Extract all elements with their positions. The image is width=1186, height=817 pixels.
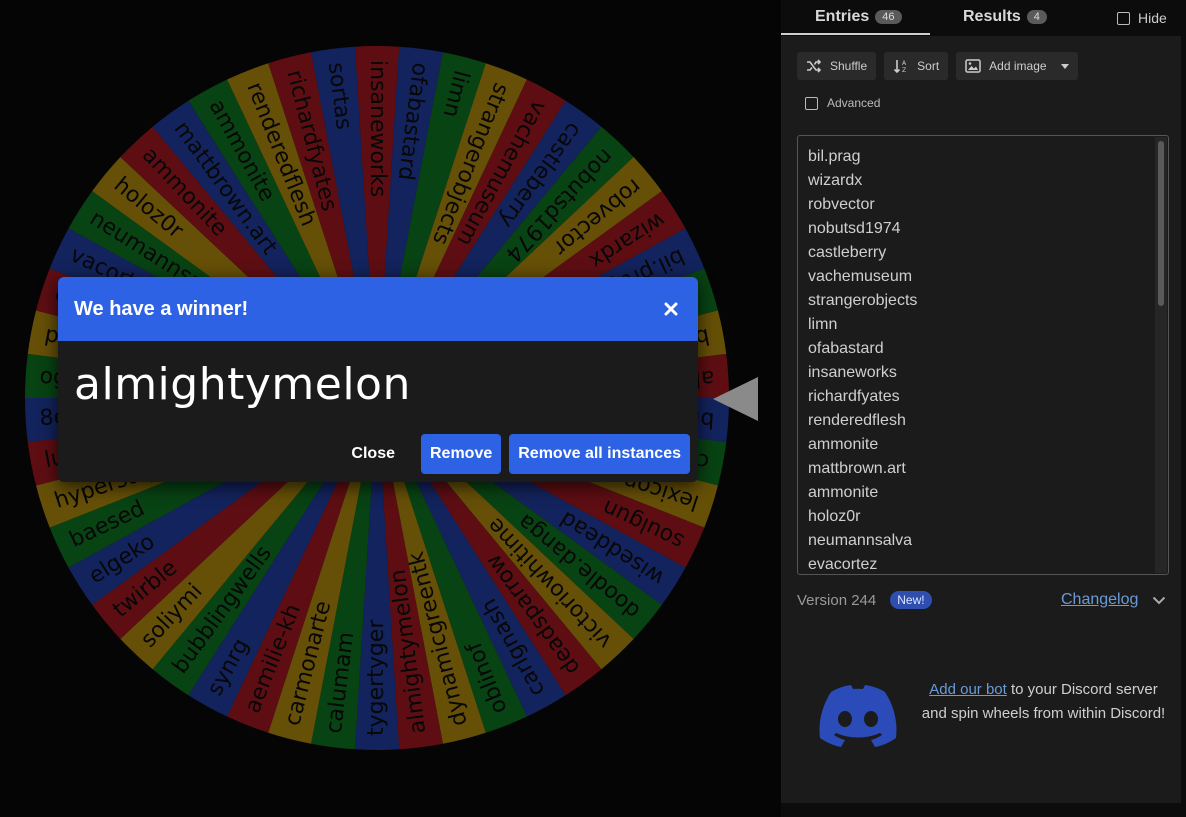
- scrollbar-thumb[interactable]: [1158, 141, 1164, 306]
- winner-dialog-header: We have a winner!: [58, 277, 698, 341]
- results-count-badge: 4: [1026, 10, 1047, 24]
- entries-list: bil.prag wizardx robvector nobutsd1974 castl…: [798, 136, 1168, 574]
- entry-line: holoz0r: [808, 508, 861, 525]
- add-image-label: Add image: [989, 59, 1047, 73]
- entry-line: vachemuseum: [808, 268, 913, 285]
- entry-line: robvector: [808, 196, 875, 213]
- image-icon: [965, 59, 981, 73]
- winner-name: almightymelon: [74, 359, 411, 410]
- advanced-toggle[interactable]: Advanced: [805, 96, 880, 110]
- close-icon[interactable]: [660, 298, 682, 320]
- hide-label: Hide: [1138, 10, 1167, 26]
- entries-count-badge: 46: [875, 10, 902, 24]
- tab-entries-label: Entries: [815, 8, 870, 25]
- sort-button[interactable]: AZ Sort: [884, 52, 949, 80]
- remove-all-instances-button[interactable]: Remove all instances: [509, 434, 690, 474]
- entry-line: wizardx: [808, 172, 863, 189]
- version-row: Version 244 New! Changelog: [797, 588, 1167, 612]
- version-text: Version 244: [797, 591, 877, 609]
- discord-icon: [817, 684, 899, 753]
- shuffle-button[interactable]: Shuffle: [797, 52, 877, 80]
- entry-line: richardfyates: [808, 388, 900, 405]
- entries-toolbar: Shuffle AZ Sort Add image: [797, 52, 1078, 80]
- svg-text:A: A: [902, 60, 907, 67]
- changelog-link[interactable]: Changelog: [1061, 591, 1138, 609]
- entry-line: neumannsalva: [808, 532, 913, 549]
- tab-entries[interactable]: Entries 46: [815, 8, 902, 26]
- entry-line: insaneworks: [808, 364, 897, 381]
- shuffle-label: Shuffle: [830, 59, 868, 73]
- shuffle-icon: [806, 59, 822, 73]
- entries-textarea[interactable]: bil.prag wizardx robvector nobutsd1974 castl…: [797, 135, 1169, 575]
- entry-line: renderedflesh: [808, 412, 906, 429]
- advanced-label: Advanced: [827, 96, 881, 110]
- chevron-down-icon[interactable]: [1152, 592, 1166, 610]
- advanced-checkbox[interactable]: [805, 96, 818, 110]
- entry-line: ofabastard: [808, 340, 884, 357]
- new-badge: New!: [890, 591, 932, 609]
- entry-line: mattbrown.art: [808, 460, 906, 477]
- entry-line: nobutsd1974: [808, 220, 901, 237]
- entry-line: limn: [808, 316, 838, 333]
- add-bot-link[interactable]: Add our bot: [929, 681, 1007, 698]
- remove-button[interactable]: Remove: [421, 434, 502, 474]
- hide-toggle[interactable]: Hide: [1117, 10, 1167, 26]
- tab-results-label: Results: [963, 8, 1021, 25]
- discord-promo-text: Add our bot to your Discord server and s…: [921, 678, 1166, 726]
- panel-body: Shuffle AZ Sort Add image Advanced bil.p…: [781, 36, 1181, 803]
- hide-checkbox[interactable]: [1117, 11, 1130, 25]
- panel-tabs: Entries 46 Results 4 Hide: [781, 0, 1186, 36]
- entry-line: ammonite: [808, 484, 879, 501]
- wheel-pointer: [713, 377, 758, 421]
- entry-line: strangerobjects: [808, 292, 918, 309]
- winner-dialog-actions: Close Remove Remove all instances: [333, 434, 690, 474]
- svg-text:Z: Z: [902, 67, 906, 74]
- active-tab-indicator: [781, 33, 930, 35]
- caret-down-icon: [1060, 63, 1069, 69]
- sort-label: Sort: [917, 59, 940, 73]
- add-image-button[interactable]: Add image: [956, 52, 1078, 80]
- entry-line: ammonite: [808, 436, 879, 453]
- close-button[interactable]: Close: [333, 435, 413, 473]
- entry-line: evacortez: [808, 556, 878, 573]
- wheel-area[interactable]: insaneworks ofabastard limn strangerobjects…: [0, 0, 781, 817]
- entries-scrollbar[interactable]: [1155, 137, 1167, 573]
- tab-results[interactable]: Results 4: [963, 8, 1047, 26]
- wheel-segment-label: tygertyger: [364, 619, 389, 736]
- entries-panel: Entries 46 Results 4 Hide Shuffle AZ Sor…: [781, 0, 1186, 817]
- winner-dialog-title: We have a winner!: [74, 297, 249, 320]
- winner-dialog: We have a winner! almightymelon Close Re…: [58, 277, 698, 482]
- entry-line: bil.prag: [808, 148, 861, 165]
- sort-icon: AZ: [893, 58, 909, 74]
- wheel-segment-label: insaneworks: [365, 60, 390, 197]
- entry-line: castleberry: [808, 244, 887, 261]
